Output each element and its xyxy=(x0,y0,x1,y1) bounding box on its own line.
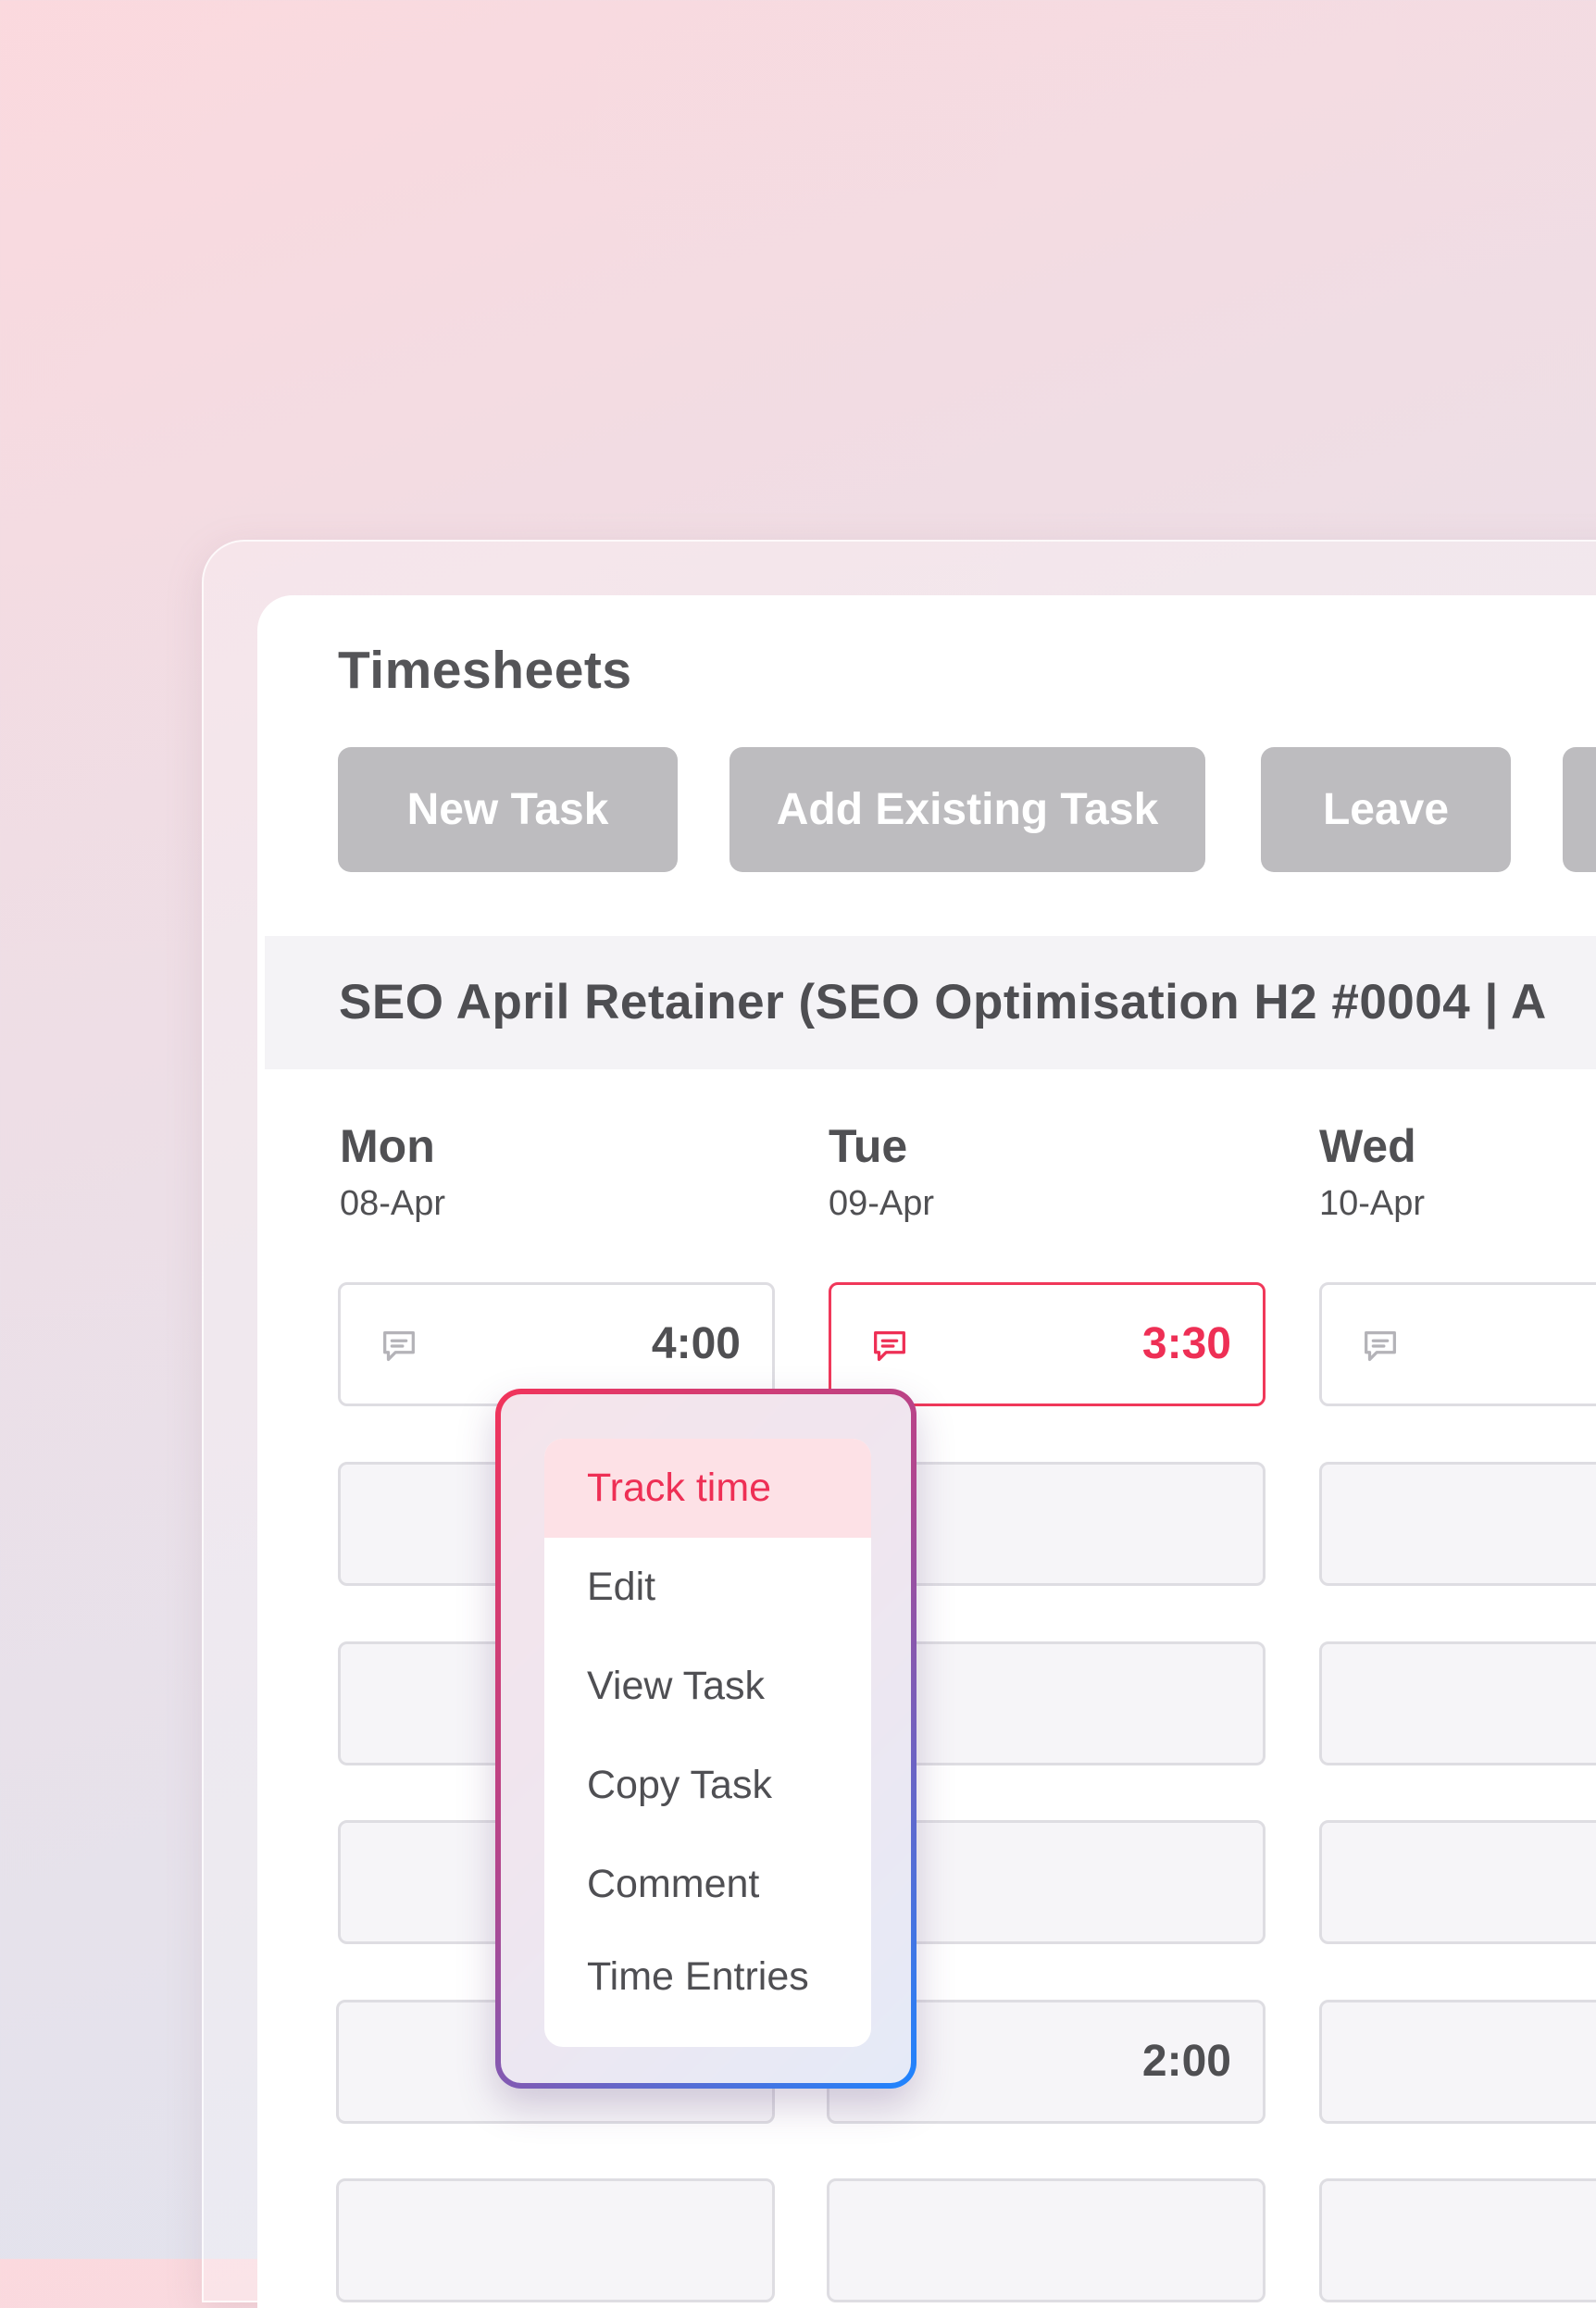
time-cell-tue-1[interactable]: 3:30 xyxy=(829,1282,1266,1406)
time-cell-wed-2[interactable] xyxy=(1319,1462,1596,1586)
new-task-button[interactable]: New Task xyxy=(338,747,678,872)
menu-item-edit[interactable]: Edit xyxy=(544,1538,871,1637)
time-value: 3:30 xyxy=(1141,1319,1231,1368)
time-cell-wed-3[interactable] xyxy=(1319,1641,1596,1765)
time-cell-tue-6[interactable] xyxy=(827,2178,1266,2302)
comment-icon[interactable] xyxy=(378,1326,420,1368)
context-menu: Track time Edit View Task Copy Task Comm… xyxy=(544,1439,871,2047)
day-date: 09-Apr xyxy=(829,1184,935,1223)
context-menu-frame: Track time Edit View Task Copy Task Comm… xyxy=(495,1389,916,2089)
time-cell-wed-6[interactable] xyxy=(1319,2178,1596,2302)
day-name: Wed xyxy=(1319,1120,1416,1172)
menu-item-copy-task[interactable]: Copy Task xyxy=(544,1736,871,1835)
comment-icon[interactable] xyxy=(868,1326,911,1368)
time-value: 2:00 xyxy=(1141,2037,1231,2086)
menu-item-view-task[interactable]: View Task xyxy=(544,1637,871,1736)
menu-item-track-time[interactable]: Track time xyxy=(544,1439,871,1538)
comment-icon[interactable] xyxy=(1359,1326,1402,1368)
day-header-tue: Tue 09-Apr xyxy=(829,1119,934,1224)
more-toolbar-button[interactable] xyxy=(1563,747,1596,872)
day-name: Tue xyxy=(829,1120,908,1172)
context-menu-backdrop: Track time Edit View Task Copy Task Comm… xyxy=(501,1394,911,2083)
time-cell-wed-4[interactable] xyxy=(1319,1820,1596,1944)
leave-button[interactable]: Leave xyxy=(1261,747,1511,872)
project-title: SEO April Retainer (SEO Optimisation H2 … xyxy=(265,936,1596,1069)
time-value: 4:00 xyxy=(651,1319,741,1368)
day-name: Mon xyxy=(340,1120,435,1172)
time-cell-mon-6[interactable] xyxy=(336,2178,775,2302)
time-cell-wed-5[interactable] xyxy=(1319,2000,1596,2124)
day-header-mon: Mon 08-Apr xyxy=(340,1119,445,1224)
time-cell-wed-1[interactable] xyxy=(1319,1282,1596,1406)
add-existing-task-button[interactable]: Add Existing Task xyxy=(729,747,1205,872)
menu-item-time-entries[interactable]: Time Entries xyxy=(544,1934,871,2019)
day-date: 08-Apr xyxy=(340,1184,446,1223)
timesheets-card: Timesheets New Task Add Existing Task Le… xyxy=(257,595,1596,2308)
menu-item-comment[interactable]: Comment xyxy=(544,1835,871,1934)
page-title: Timesheets xyxy=(338,641,632,700)
day-header-wed: Wed 10-Apr xyxy=(1319,1119,1425,1224)
time-cell-mon-1[interactable]: 4:00 xyxy=(338,1282,775,1406)
day-date: 10-Apr xyxy=(1319,1184,1426,1223)
